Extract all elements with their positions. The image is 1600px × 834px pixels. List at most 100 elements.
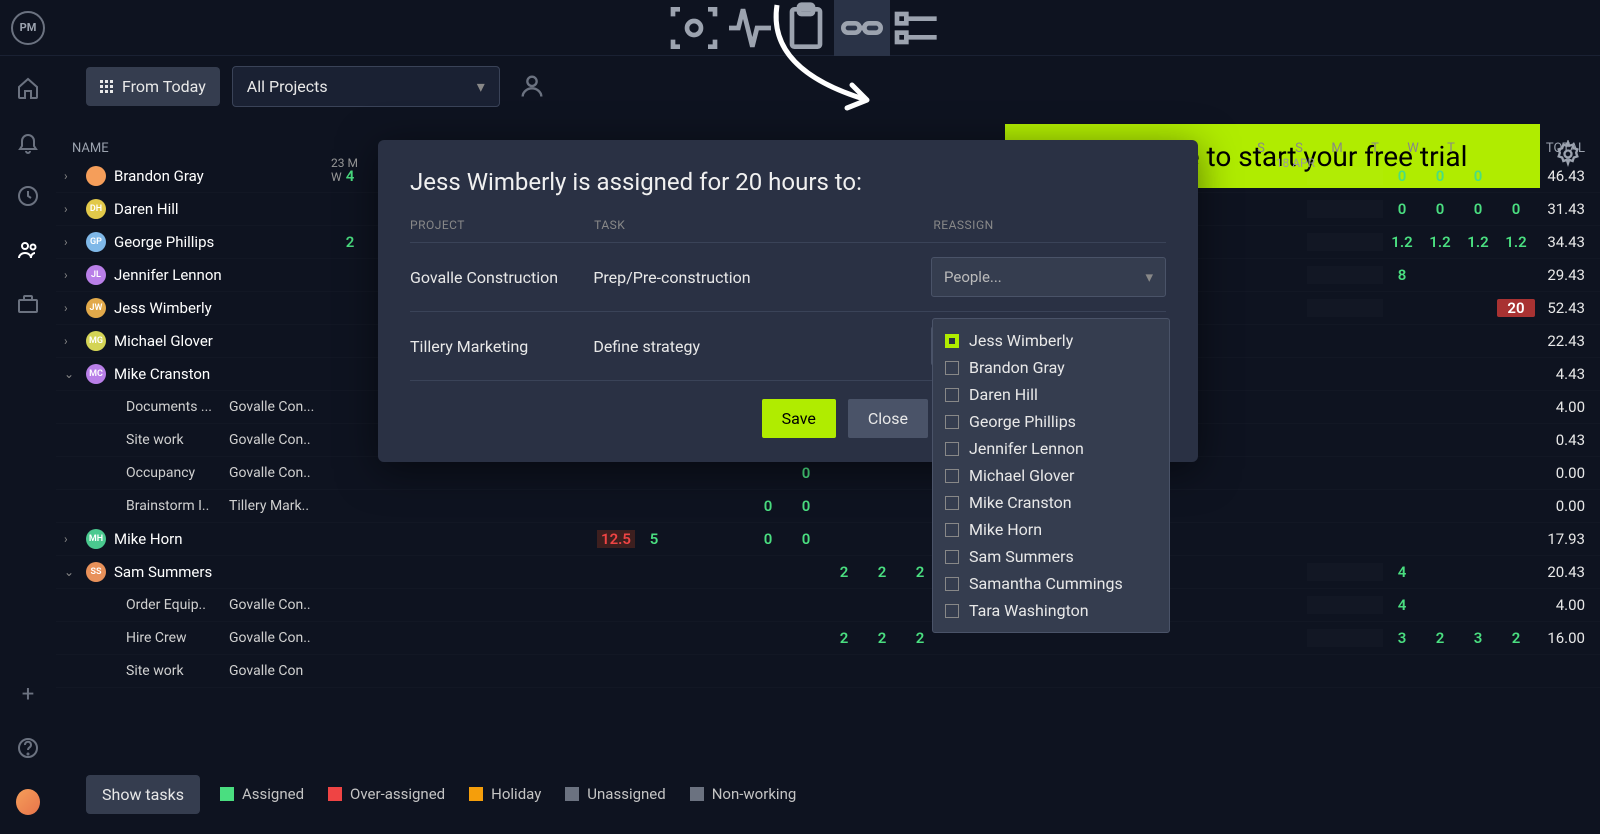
workload-cell[interactable] bbox=[1307, 299, 1345, 317]
dropdown-item[interactable]: Brandon Gray bbox=[945, 354, 1157, 381]
workload-cell[interactable] bbox=[559, 629, 597, 647]
workload-cell[interactable] bbox=[1167, 563, 1205, 581]
checkbox[interactable] bbox=[945, 361, 959, 375]
chevron-icon[interactable]: › bbox=[64, 532, 78, 546]
workload-cell[interactable]: 3 bbox=[1459, 629, 1497, 647]
workload-cell[interactable] bbox=[863, 464, 901, 482]
workload-cell[interactable] bbox=[749, 629, 787, 647]
workload-cell[interactable] bbox=[407, 464, 445, 482]
workload-cell[interactable] bbox=[1307, 563, 1345, 581]
workload-cell[interactable]: 0 bbox=[1497, 200, 1535, 218]
workload-cell[interactable] bbox=[445, 563, 483, 581]
workload-cell[interactable] bbox=[331, 629, 369, 647]
task-row[interactable]: Order Equip..Govalle Con..44.00 bbox=[56, 589, 1600, 622]
workload-cell[interactable]: 0 bbox=[1383, 167, 1421, 185]
workload-cell[interactable] bbox=[1345, 629, 1383, 647]
workload-cell[interactable]: 2 bbox=[825, 563, 863, 581]
workload-cell[interactable] bbox=[863, 497, 901, 515]
home-icon[interactable] bbox=[16, 76, 40, 100]
workload-cell[interactable] bbox=[711, 530, 749, 548]
pulse-icon[interactable] bbox=[722, 0, 778, 56]
workload-cell[interactable] bbox=[331, 530, 369, 548]
bell-icon[interactable] bbox=[16, 130, 40, 154]
workload-cell[interactable] bbox=[1205, 530, 1243, 548]
workload-cell[interactable] bbox=[445, 629, 483, 647]
user-avatar[interactable] bbox=[16, 790, 40, 814]
workload-cell[interactable]: 2 bbox=[863, 563, 901, 581]
workload-cell[interactable] bbox=[1459, 563, 1497, 581]
workload-cell[interactable] bbox=[559, 563, 597, 581]
workload-cell[interactable] bbox=[445, 497, 483, 515]
workload-cell[interactable] bbox=[521, 563, 559, 581]
workload-cell[interactable]: 2 bbox=[1421, 629, 1459, 647]
workload-cell[interactable] bbox=[1421, 299, 1459, 317]
checkbox[interactable] bbox=[945, 550, 959, 564]
workload-cell[interactable] bbox=[559, 497, 597, 515]
workload-cell[interactable] bbox=[673, 464, 711, 482]
checkbox[interactable] bbox=[945, 415, 959, 429]
workload-cell[interactable]: 0 bbox=[749, 497, 787, 515]
workload-cell[interactable]: 0 bbox=[1383, 200, 1421, 218]
workload-cell[interactable] bbox=[407, 497, 445, 515]
workload-cell[interactable] bbox=[1421, 596, 1459, 614]
workload-cell[interactable] bbox=[521, 629, 559, 647]
people-select[interactable]: People...▾ bbox=[931, 257, 1166, 297]
workload-cell[interactable] bbox=[1307, 596, 1345, 614]
workload-cell[interactable] bbox=[1459, 266, 1497, 284]
checkbox[interactable] bbox=[945, 523, 959, 537]
workload-cell[interactable] bbox=[673, 497, 711, 515]
workload-cell[interactable]: 5 bbox=[635, 530, 673, 548]
chevron-icon[interactable]: › bbox=[64, 235, 78, 249]
workload-cell[interactable]: 0 bbox=[1459, 200, 1497, 218]
briefcase-icon[interactable] bbox=[16, 292, 40, 316]
workload-cell[interactable] bbox=[1307, 233, 1345, 251]
workload-cell[interactable]: 20 bbox=[1497, 299, 1535, 317]
dropdown-item[interactable]: Jennifer Lennon bbox=[945, 435, 1157, 462]
dropdown-item[interactable]: Mike Cranston bbox=[945, 489, 1157, 516]
workload-cell[interactable] bbox=[1497, 563, 1535, 581]
chevron-icon[interactable]: ⌄ bbox=[64, 565, 78, 579]
workload-cell[interactable] bbox=[711, 563, 749, 581]
dropdown-item[interactable]: Daren Hill bbox=[945, 381, 1157, 408]
workload-cell[interactable] bbox=[1345, 167, 1383, 185]
workload-cell[interactable]: 2 bbox=[331, 233, 369, 251]
workload-cell[interactable] bbox=[1497, 596, 1535, 614]
workload-cell[interactable] bbox=[635, 563, 673, 581]
workload-cell[interactable]: 4 bbox=[1383, 596, 1421, 614]
workload-cell[interactable] bbox=[445, 464, 483, 482]
workload-cell[interactable] bbox=[711, 497, 749, 515]
dropdown-item[interactable]: Samantha Cummings bbox=[945, 570, 1157, 597]
workload-cell[interactable] bbox=[711, 629, 749, 647]
task-row[interactable]: Site workGovalle Con bbox=[56, 655, 1600, 688]
workload-cell[interactable] bbox=[825, 497, 863, 515]
chevron-icon[interactable]: › bbox=[64, 169, 78, 183]
workload-cell[interactable] bbox=[1167, 530, 1205, 548]
workload-cell[interactable] bbox=[1307, 629, 1345, 647]
dropdown-item[interactable]: Mike Horn bbox=[945, 516, 1157, 543]
task-row[interactable]: Hire CrewGovalle Con..222323216.00 bbox=[56, 622, 1600, 655]
workload-cell[interactable]: 0 bbox=[749, 530, 787, 548]
workload-cell[interactable] bbox=[331, 563, 369, 581]
save-button[interactable]: Save bbox=[762, 399, 836, 438]
workload-cell[interactable] bbox=[863, 530, 901, 548]
workload-cell[interactable]: 1.2 bbox=[1497, 233, 1535, 251]
checkbox[interactable] bbox=[945, 577, 959, 591]
workload-cell[interactable]: 0 bbox=[1459, 167, 1497, 185]
workload-cell[interactable] bbox=[331, 464, 369, 482]
workload-cell[interactable] bbox=[1205, 233, 1243, 251]
workload-cell[interactable] bbox=[559, 464, 597, 482]
workload-cell[interactable] bbox=[445, 530, 483, 548]
workload-cell[interactable] bbox=[369, 497, 407, 515]
workload-cell[interactable]: 2 bbox=[863, 629, 901, 647]
workload-cell[interactable] bbox=[483, 530, 521, 548]
dropdown-item[interactable]: Tara Washington bbox=[945, 597, 1157, 624]
show-tasks-button[interactable]: Show tasks bbox=[86, 775, 200, 814]
workload-cell[interactable] bbox=[331, 497, 369, 515]
workload-cell[interactable]: 12.5 bbox=[597, 530, 635, 548]
workload-cell[interactable] bbox=[787, 629, 825, 647]
workload-cell[interactable] bbox=[597, 497, 635, 515]
workload-cell[interactable] bbox=[635, 497, 673, 515]
workload-cell[interactable] bbox=[407, 629, 445, 647]
workload-cell[interactable] bbox=[1383, 299, 1421, 317]
workload-cell[interactable] bbox=[673, 629, 711, 647]
